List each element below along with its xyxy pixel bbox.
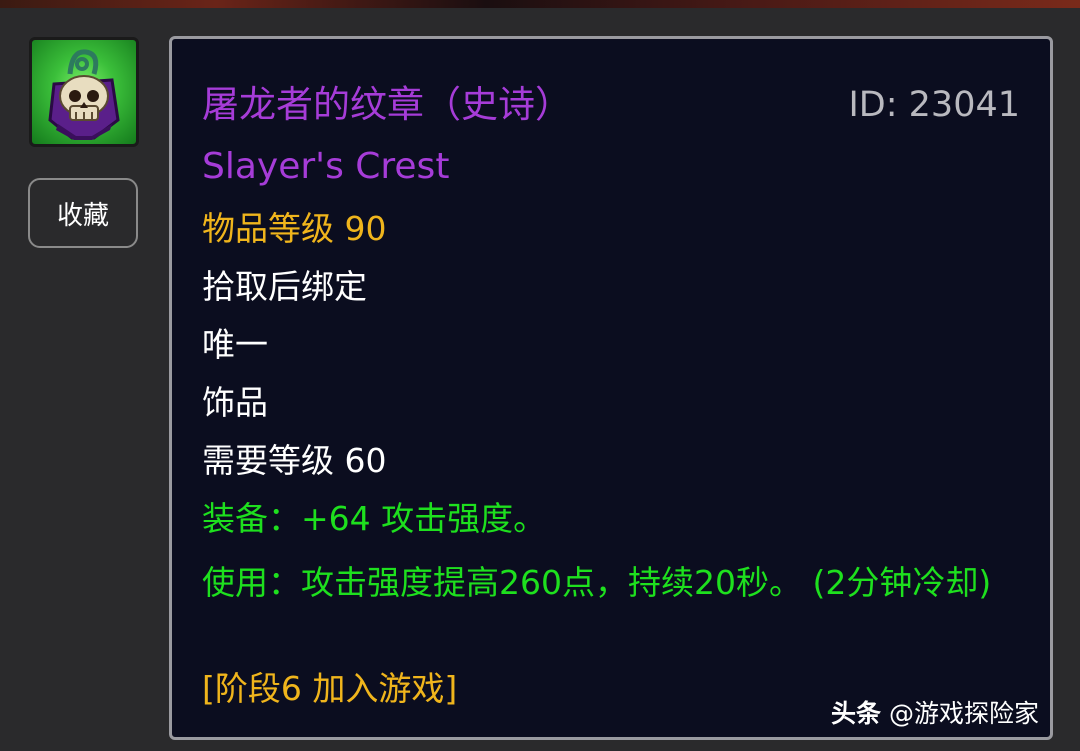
slot-text: 饰品 xyxy=(202,383,268,422)
item-id: ID: 23041 xyxy=(848,85,1020,125)
unique-text: 唯一 xyxy=(202,325,268,364)
item-level: 物品等级 90 xyxy=(202,209,387,248)
phase-text: [阶段6 加入游戏] xyxy=(202,669,458,708)
item-title-cn: 屠龙者的纹章（史诗） xyxy=(202,83,572,126)
favorite-button[interactable]: 收藏 xyxy=(28,178,138,248)
use-effect: 使用：攻击强度提高260点，持续20秒。 (2分钟冷却) xyxy=(202,563,992,602)
watermark-brand: 头条 xyxy=(831,699,882,728)
equip-effect: 装备：+64 攻击强度。 xyxy=(202,499,547,538)
item-title-en: Slayer's Crest xyxy=(202,146,450,187)
top-image-strip xyxy=(0,0,1080,8)
item-tooltip: 屠龙者的纹章（史诗） ID: 23041 Slayer's Crest 物品等级… xyxy=(169,36,1053,740)
required-level: 需要等级 60 xyxy=(202,441,387,480)
favorite-button-label: 收藏 xyxy=(56,200,109,231)
skull-trinket-icon[interactable] xyxy=(29,37,139,147)
watermark-handle: @游戏探险家 xyxy=(888,699,1039,728)
binding-text: 拾取后绑定 xyxy=(202,267,367,306)
watermark: 头条 @游戏探险家 xyxy=(831,697,1039,731)
